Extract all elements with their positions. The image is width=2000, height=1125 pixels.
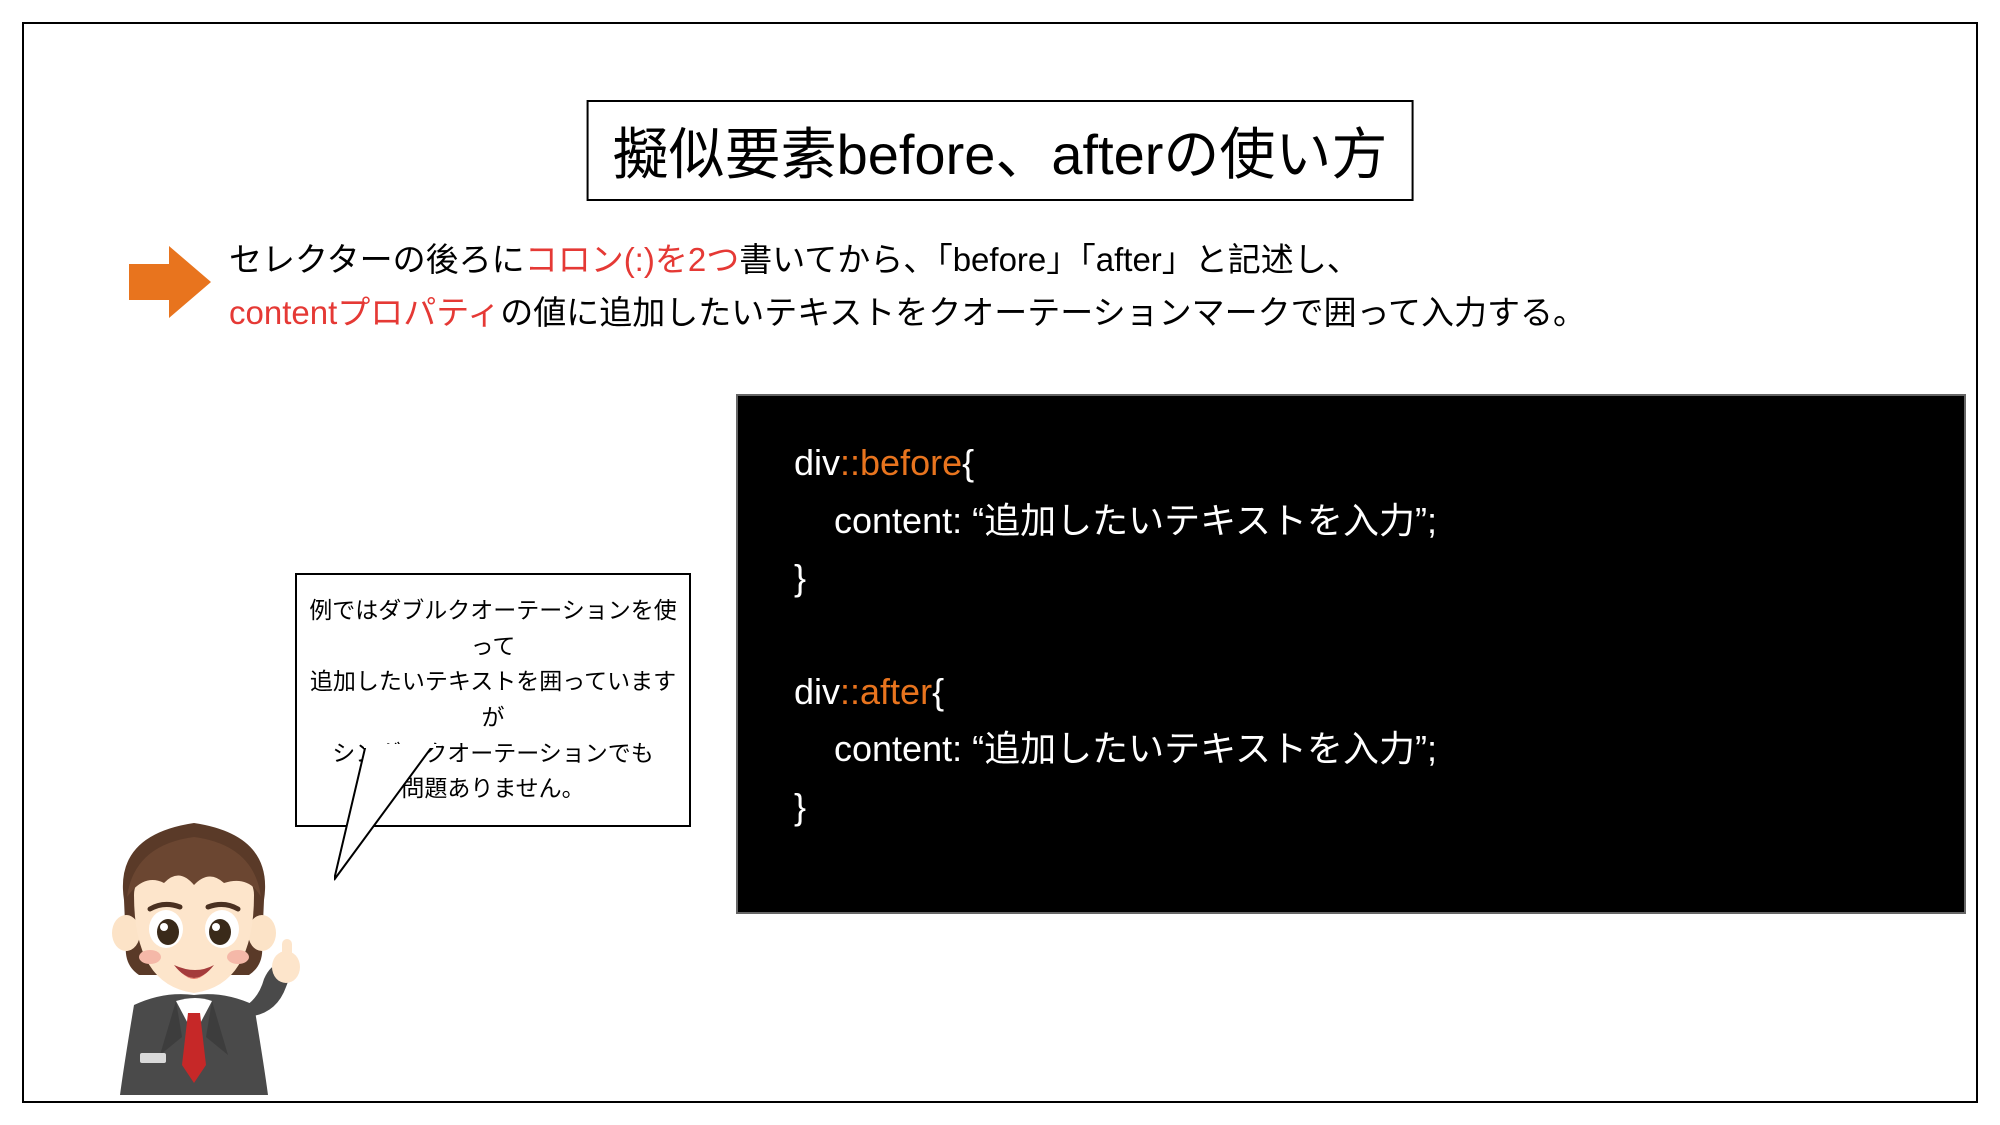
code-before-selector: div::before{: [794, 434, 1908, 492]
code-after-content: content: “追加したいテキストを入力”;: [794, 720, 1908, 778]
slide-frame: 擬似要素before、afterの使い方 セレクターの後ろにコロン(:)を2つ書…: [22, 22, 1978, 1103]
arrow-right-icon: [129, 246, 211, 323]
code-after-selector: div::after{: [794, 663, 1908, 721]
code-after-close: }: [794, 778, 1908, 836]
desc-part2: 書いてから、「before」「after」と記述し、: [739, 241, 1360, 278]
businessman-character-icon: [64, 805, 324, 1095]
slide-title: 擬似要素before、afterの使い方: [587, 100, 1414, 201]
description-text: セレクターの後ろにコロン(:)を2つ書いてから、「before」「after」と…: [229, 234, 1586, 340]
speech-tail-icon: [334, 744, 454, 884]
speech-line-2: 追加したいテキストを囲っていますが: [305, 664, 681, 735]
desc-part3: の値に追加したいテキストをクオーテーションマークで囲って入力する。: [500, 294, 1586, 331]
desc-part1: セレクターの後ろに: [229, 241, 525, 278]
desc-highlight-2: contentプロパティ: [229, 294, 500, 331]
code-before-content: content: “追加したいテキストを入力”;: [794, 492, 1908, 550]
code-example: div::before{ content: “追加したいテキストを入力”; } …: [736, 394, 1966, 914]
speech-line-1: 例ではダブルクオーテーションを使って: [305, 593, 681, 664]
desc-highlight-1: コロン(:)を2つ: [525, 241, 740, 278]
code-before-close: }: [794, 549, 1908, 607]
